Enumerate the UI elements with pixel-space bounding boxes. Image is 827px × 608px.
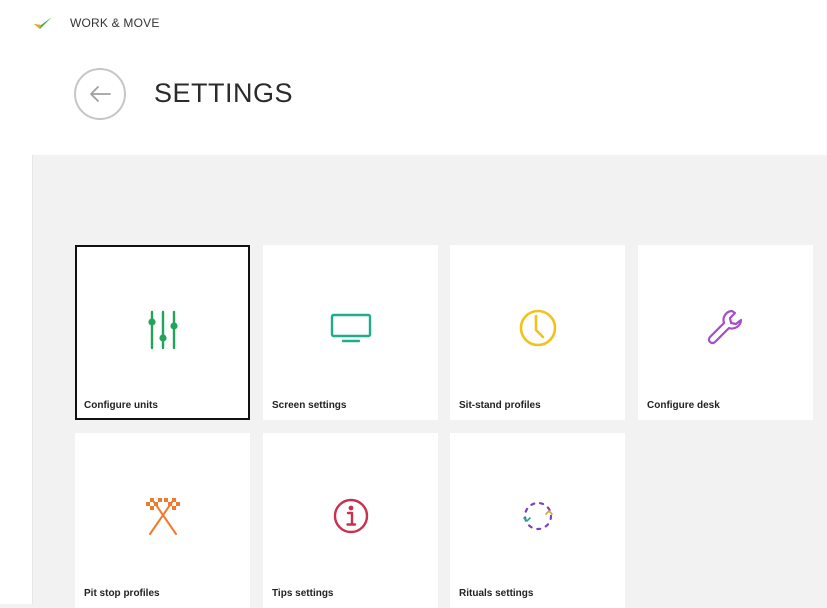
rituals-dashed-circle-icon xyxy=(522,501,553,531)
info-icon xyxy=(333,498,368,534)
tile-label: Rituals settings xyxy=(459,588,534,599)
tile-sit-stand-profiles[interactable]: Sit-stand profiles xyxy=(450,245,625,420)
tile-pit-stop-profiles[interactable]: Pit stop profiles xyxy=(75,433,250,608)
tile-label: Configure units xyxy=(84,400,158,411)
tile-label: Sit-stand profiles xyxy=(459,400,541,411)
sliders-icon xyxy=(147,310,178,350)
page-title: SETTINGS xyxy=(154,78,294,108)
tile-label: Configure desk xyxy=(647,400,720,411)
tile-configure-desk[interactable]: Configure desk xyxy=(638,245,813,420)
tile-configure-units[interactable]: Configure units xyxy=(75,245,250,420)
left-edge-panel xyxy=(0,0,33,604)
tile-screen-settings[interactable]: Screen settings xyxy=(263,245,438,420)
tile-label: Pit stop profiles xyxy=(84,588,160,599)
app-title: WORK & MOVE xyxy=(70,16,160,30)
monitor-icon xyxy=(330,313,371,343)
app-logo-icon xyxy=(34,17,52,29)
tile-tips-settings[interactable]: Tips settings xyxy=(263,433,438,608)
tile-rituals-settings[interactable]: Rituals settings xyxy=(450,433,625,608)
header: WORK & MOVE SETTINGS xyxy=(0,0,827,155)
tile-label: Tips settings xyxy=(272,588,334,599)
tile-label: Screen settings xyxy=(272,400,347,411)
back-button[interactable] xyxy=(74,68,126,120)
checkered-flags-icon xyxy=(145,498,180,535)
clock-icon xyxy=(519,309,556,347)
back-arrow-icon xyxy=(90,86,111,102)
wrench-icon xyxy=(707,309,742,345)
